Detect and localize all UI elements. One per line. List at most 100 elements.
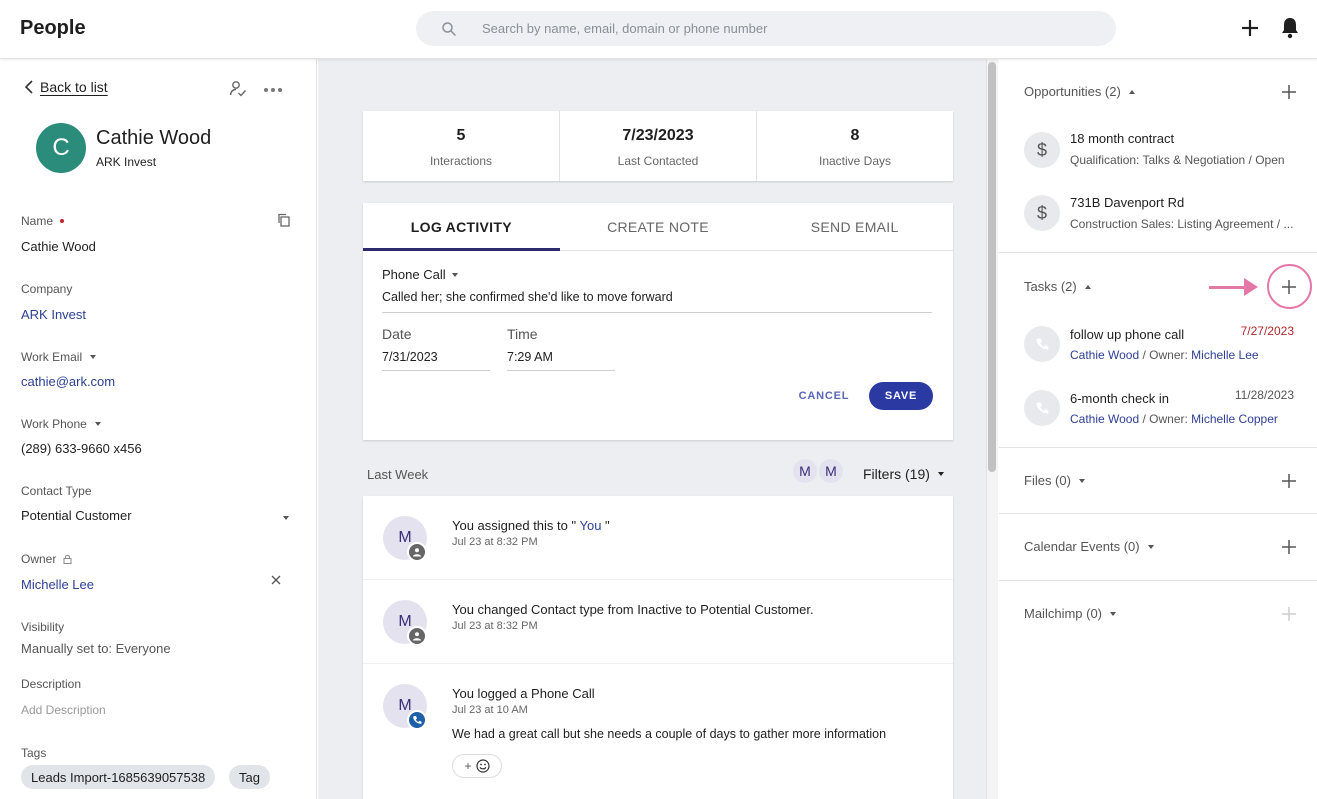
stat-last-contacted: 7/23/2023 Last Contacted	[560, 111, 757, 181]
stat-label: Interactions	[429, 154, 493, 168]
bell-icon[interactable]	[1278, 15, 1302, 41]
annotation-arrow-shaft	[1209, 286, 1249, 289]
top-bar: People	[0, 0, 1317, 59]
name-label: Name	[21, 214, 65, 228]
calendar-events-section: Calendar Events (0)	[999, 514, 1317, 581]
activity-type-dropdown[interactable]: Phone Call	[382, 267, 458, 282]
task-owner-link[interactable]: Michelle Copper	[1191, 412, 1278, 426]
dollar-icon: $	[1024, 132, 1060, 168]
chevron-up-icon	[1084, 284, 1091, 289]
activity-feed: M You assigned this to " You " Jul 23 at…	[363, 496, 953, 799]
add-file-icon[interactable]	[1282, 474, 1296, 488]
mailchimp-header[interactable]: Mailchimp (0)	[1024, 606, 1117, 621]
smiley-icon	[475, 759, 490, 773]
search-input[interactable]	[482, 11, 1102, 46]
company-label: Company	[21, 282, 73, 296]
contact-detail-panel: Back to list C Cathie Wood ARK Invest Na…	[0, 59, 317, 799]
close-icon[interactable]	[271, 575, 281, 585]
feed-time: Jul 23 at 8:32 PM	[452, 620, 538, 632]
search-icon	[442, 22, 456, 36]
feed-item[interactable]: M You assigned this to " You " Jul 23 at…	[363, 496, 953, 580]
task-contact-link[interactable]: Cathie Wood	[1070, 348, 1139, 362]
phone-icon	[1024, 390, 1060, 426]
stat-interactions: 5 Interactions	[363, 111, 560, 181]
search-bar[interactable]	[416, 11, 1116, 46]
tab-log-activity[interactable]: LOG ACTIVITY	[363, 203, 560, 251]
activity-note-input[interactable]: Called her; she confirmed she'd like to …	[382, 290, 932, 313]
task-title[interactable]: follow up phone call	[1070, 327, 1184, 342]
task-due-date: 7/27/2023	[1240, 324, 1294, 338]
save-button[interactable]: SAVE	[869, 382, 933, 410]
feed-title: You assigned this to " You "	[452, 518, 610, 533]
add-calendar-event-icon[interactable]	[1282, 540, 1296, 554]
description-field[interactable]: Add Description	[21, 703, 106, 717]
back-to-list-link[interactable]: Back to list	[24, 79, 108, 95]
tags-label: Tags	[21, 746, 47, 760]
stats-card: 5 Interactions 7/23/2023 Last Contacted …	[363, 111, 953, 181]
add-icon[interactable]	[1238, 16, 1262, 40]
chevron-down-icon[interactable]	[283, 516, 289, 520]
lock-icon	[63, 555, 72, 564]
opportunities-header[interactable]: Opportunities (2)	[1024, 84, 1135, 99]
chevron-down-icon	[94, 422, 101, 426]
task-contact-link[interactable]: Cathie Wood	[1070, 412, 1139, 426]
copy-icon[interactable]	[277, 213, 291, 227]
tab-send-email[interactable]: SEND EMAIL	[756, 203, 953, 250]
work-email-label[interactable]: Work Email	[21, 350, 97, 364]
more-options-icon[interactable]	[263, 87, 283, 93]
assign-user-icon[interactable]	[229, 80, 247, 98]
feed-item[interactable]: M You changed Contact type from Inactive…	[363, 580, 953, 664]
stat-inactive-days: 8 Inactive Days	[757, 111, 953, 181]
chevron-up-icon	[1128, 89, 1135, 94]
tab-create-note[interactable]: CREATE NOTE	[560, 203, 757, 250]
cancel-button[interactable]: CANCEL	[788, 382, 860, 410]
tag-chip[interactable]: Tag	[229, 765, 270, 789]
contact-type-select[interactable]: Potential Customer	[21, 508, 132, 523]
you-link[interactable]: You	[576, 518, 605, 533]
feed-body: We had a great call but she needs a coup…	[452, 727, 887, 741]
chevron-down-icon	[1110, 611, 1117, 616]
stat-label: Last Contacted	[617, 154, 699, 168]
calendar-events-header[interactable]: Calendar Events (0)	[1024, 539, 1154, 554]
opportunity-title[interactable]: 18 month contract	[1070, 131, 1174, 146]
opportunity-title[interactable]: 731B Davenport Rd	[1070, 195, 1184, 210]
files-header[interactable]: Files (0)	[1024, 473, 1085, 488]
owner-label: Owner	[21, 552, 72, 566]
chevron-down-icon	[937, 472, 944, 476]
feed-item[interactable]: M You logged a Phone Call Jul 23 at 10 A…	[363, 664, 953, 799]
chevron-left-icon	[24, 80, 33, 94]
date-input[interactable]: 7/31/2023	[382, 350, 490, 371]
dollar-icon: $	[1024, 195, 1060, 231]
work-phone-label[interactable]: Work Phone	[21, 417, 101, 431]
name-value[interactable]: Cathie Wood	[21, 239, 96, 254]
related-records-panel: Opportunities (2) $ 18 month contract Qu…	[999, 59, 1317, 799]
task-owner-link[interactable]: Michelle Lee	[1191, 348, 1258, 362]
back-label: Back to list	[40, 79, 108, 95]
feed-title: You logged a Phone Call	[452, 686, 595, 701]
filters-dropdown[interactable]: Filters (19)	[863, 466, 944, 482]
phone-icon	[407, 710, 427, 730]
add-opportunity-icon[interactable]	[1282, 85, 1296, 99]
scrollbar-thumb[interactable]	[988, 62, 996, 472]
contact-name: Cathie Wood	[96, 127, 212, 149]
visibility-value[interactable]: Manually set to: Everyone	[21, 641, 171, 656]
add-reaction-button[interactable]: +	[452, 754, 502, 778]
files-section: Files (0)	[999, 448, 1317, 514]
stat-value: 7/23/2023	[622, 127, 694, 144]
feed-time: Jul 23 at 8:32 PM	[452, 536, 538, 548]
stat-label: Inactive Days	[818, 154, 892, 168]
tag-chip[interactable]: Leads Import-1685639057538	[21, 765, 216, 789]
add-mailchimp-icon	[1282, 607, 1296, 621]
opportunities-section: Opportunities (2) $ 18 month contract Qu…	[999, 59, 1317, 253]
company-link[interactable]: ARK Invest	[21, 307, 86, 322]
work-email-link[interactable]: cathie@ark.com	[21, 374, 115, 389]
reaction-plus: +	[464, 759, 472, 773]
time-input[interactable]: 7:29 AM	[507, 350, 615, 371]
task-title[interactable]: 6-month check in	[1070, 391, 1169, 406]
work-phone-value[interactable]: (289) 633-9660 x456	[21, 441, 142, 456]
avatar[interactable]: M	[791, 457, 819, 485]
avatar[interactable]: M	[817, 457, 845, 485]
tasks-header[interactable]: Tasks (2)	[1024, 279, 1091, 294]
owner-link[interactable]: Michelle Lee	[21, 577, 94, 592]
avatar: C	[36, 123, 86, 173]
